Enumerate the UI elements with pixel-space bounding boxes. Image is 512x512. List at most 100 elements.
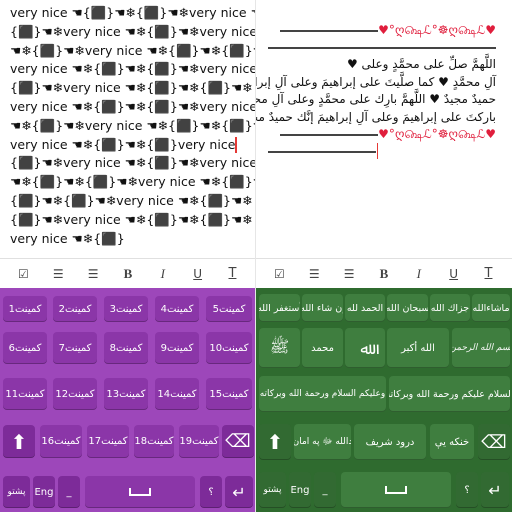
question-key[interactable]: ؟ bbox=[200, 476, 222, 508]
space-key[interactable] bbox=[85, 476, 195, 508]
key-comment-10[interactable]: كمينت10 bbox=[206, 332, 252, 364]
space-key[interactable] bbox=[341, 472, 451, 508]
key-comment-5[interactable]: كمينت5 bbox=[206, 296, 252, 322]
key-durood-sharif[interactable]: درود شريف bbox=[354, 424, 426, 460]
key-comment-17[interactable]: كمينت17 bbox=[87, 425, 129, 458]
enter-key[interactable]: ↵ bbox=[225, 476, 253, 508]
key-salawat-calligraphy[interactable]: ﷺ bbox=[259, 328, 300, 368]
space-icon bbox=[129, 488, 151, 496]
checkbox-icon[interactable]: ☑ bbox=[11, 262, 35, 286]
left-text-editor[interactable]: very nice ☚{⬛}☚❄{⬛}☚❄very nice ☚ {⬛}☚❄ve… bbox=[0, 0, 256, 258]
key-comment-4[interactable]: كمينت4 bbox=[155, 296, 199, 322]
underscore-key[interactable]: _ bbox=[314, 472, 336, 508]
format-toolbar: ☑ ☰ ☰ B I U T bbox=[256, 258, 512, 288]
comment-keyboard: كمينت1 كمينت2 كمينت3 كمينت4 كمينت5 كمينت… bbox=[0, 288, 256, 512]
underline-bar bbox=[268, 151, 376, 153]
bold-button[interactable]: B bbox=[372, 262, 396, 286]
shift-key[interactable]: ⬆ bbox=[259, 424, 291, 460]
underscore-key[interactable]: _ bbox=[58, 476, 80, 508]
text-cursor bbox=[235, 137, 237, 154]
underline-bar bbox=[280, 134, 378, 136]
key-comment-15[interactable]: كمينت15 bbox=[206, 378, 252, 410]
key-comment-6[interactable]: كمينت6 bbox=[3, 332, 47, 364]
shift-key[interactable]: ⬆ bbox=[3, 425, 35, 458]
editor-line-text: very nice ☚❄{⬛}☚❄{⬛}very nice bbox=[10, 136, 236, 152]
key-jazakallah[interactable]: جزاك الله bbox=[430, 294, 470, 322]
underline-button[interactable]: U bbox=[442, 262, 466, 286]
editor-line: {⬛}☚❄very nice ☚❄{⬛}☚❄{⬛}☚❄ bbox=[10, 211, 253, 227]
key-comment-1[interactable]: كمينت1 bbox=[3, 296, 47, 322]
key-khanka-ye[interactable]: خنكه یې bbox=[430, 424, 474, 460]
key-muhammad[interactable]: محمد bbox=[302, 328, 343, 368]
key-walaikum-assalam[interactable]: وعليكم السلام ورحمة الله وبركاته bbox=[259, 376, 386, 412]
italic-button[interactable]: I bbox=[151, 262, 175, 286]
right-text-editor[interactable]: ♥︎ღ௸ℒ°☸ღ௸ℒ°♥︎ اللَّهمَّ صلِّ على محمَّدٍ… bbox=[256, 0, 512, 258]
key-alhamdulillah[interactable]: الحمد لله bbox=[345, 294, 385, 322]
editor-line-decor: ♥︎ღ௸ℒ°☸ღ௸ℒ°♥︎ bbox=[268, 22, 496, 39]
italic-button[interactable]: I bbox=[407, 262, 431, 286]
key-allah-calligraphy[interactable]: ﷲ bbox=[345, 328, 385, 368]
english-key[interactable]: Eng bbox=[289, 472, 311, 508]
key-comment-9[interactable]: كمينت9 bbox=[155, 332, 199, 364]
key-comment-7[interactable]: كمينت7 bbox=[53, 332, 97, 364]
key-inshallah[interactable]: إن شاء الله bbox=[302, 294, 343, 322]
key-comment-14[interactable]: كمينت14 bbox=[155, 378, 199, 410]
editor-line: {⬛}☚❄very nice ☚❄{⬛}☚❄very nice bbox=[10, 155, 256, 171]
key-comment-18[interactable]: كمينت18 bbox=[134, 425, 174, 458]
editor-line: ☚❄{⬛}☚❄{⬛}☚❄very nice ☚❄{⬛}☚ bbox=[10, 174, 256, 190]
editor-line-with-cursor: very nice ☚❄{⬛}☚❄{⬛}very nice bbox=[10, 136, 248, 155]
key-subhanallah[interactable]: سبحان الله bbox=[387, 294, 428, 322]
key-comment-19[interactable]: كمينت19 bbox=[179, 425, 219, 458]
decor-text: ♥︎ღ௸ℒ°☸ღ௸ℒ°♥︎ bbox=[378, 23, 496, 37]
enter-key[interactable]: ↵ bbox=[481, 472, 509, 508]
key-comment-8[interactable]: كمينت8 bbox=[104, 332, 148, 364]
key-dallah-pa-aman[interactable]: دالله ﷻ په امان bbox=[294, 424, 351, 460]
english-key[interactable]: Eng bbox=[33, 476, 55, 508]
editor-line: باركتَ على إبراهيمَ وعلى آلِ إبراهيمَ إن… bbox=[256, 109, 496, 124]
editor-line: {⬛}☚❄very nice ☚❄{⬛}☚❄{⬛}☚❄ bbox=[10, 80, 253, 96]
numbered-list-icon[interactable]: ☰ bbox=[302, 262, 326, 286]
editor-line: very nice ☚❄{⬛} bbox=[10, 230, 125, 246]
bismillah-calligraphy: بسم الله الرحمن bbox=[452, 343, 510, 353]
editor-line: {⬛}☚❄{⬛}☚❄very nice ☚❄{⬛}☚❄ bbox=[10, 192, 253, 208]
editor-line: ☚❄{⬛}☚❄very nice ☚❄{⬛}☚❄{⬛}☚ bbox=[10, 117, 256, 136]
backspace-key[interactable]: ⌫ bbox=[478, 424, 510, 460]
editor-line-bar bbox=[268, 39, 496, 56]
editor-line: very nice ☚❄{⬛}☚❄{⬛}☚❄very nice bbox=[10, 61, 256, 77]
space-icon bbox=[385, 486, 407, 494]
bold-button[interactable]: B bbox=[116, 262, 140, 286]
bullet-list-icon[interactable]: ☰ bbox=[337, 262, 361, 286]
key-comment-3[interactable]: كمينت3 bbox=[104, 296, 148, 322]
editor-line: very nice ☚{⬛}☚❄{⬛}☚❄very nice ☚ bbox=[10, 5, 256, 20]
editor-line: آلِ محمَّدٍ ♥︎ كما صلَّيتَ على إبراهيمَ … bbox=[256, 74, 496, 89]
language-key[interactable]: پشتو bbox=[259, 472, 286, 508]
underline-button[interactable]: U bbox=[186, 262, 210, 286]
checkbox-icon[interactable]: ☑ bbox=[267, 262, 291, 286]
backspace-key[interactable]: ⌫ bbox=[222, 425, 254, 458]
key-comment-2[interactable]: كمينت2 bbox=[53, 296, 97, 322]
key-comment-12[interactable]: كمينت12 bbox=[53, 378, 97, 410]
key-mashallah[interactable]: ماشاءالله bbox=[472, 294, 510, 322]
key-comment-11[interactable]: كمينت11 bbox=[3, 378, 47, 410]
editor-line: ☚❄{⬛}☚❄very nice ☚❄{⬛}☚❄{⬛}☚ bbox=[10, 42, 256, 58]
key-bismillah[interactable]: بسم الله الرحمن bbox=[452, 328, 510, 368]
editor-line: {⬛}☚❄very nice ☚❄{⬛}☚❄very nice bbox=[10, 23, 256, 39]
text-color-button[interactable]: T bbox=[476, 262, 500, 286]
text-cursor bbox=[376, 143, 378, 159]
key-astaghfirullah[interactable]: أستغفر الله bbox=[259, 294, 300, 322]
key-allahu-akbar[interactable]: الله أكبر bbox=[387, 328, 449, 368]
text-color-button[interactable]: T bbox=[220, 262, 244, 286]
editor-line: اللَّهمَّ صلِّ على محمَّدٍ وعلى ♥︎ bbox=[346, 57, 496, 71]
decor-text: ♥︎ღ௸ℒ°☸ღ௸ℒ°♥︎ bbox=[378, 127, 496, 141]
key-comment-16[interactable]: كمينت16 bbox=[40, 425, 82, 458]
format-toolbar: ☑ ☰ ☰ B I U T bbox=[0, 258, 256, 288]
key-comment-13[interactable]: كمينت13 bbox=[104, 378, 148, 410]
editor-line-text: ☚❄{⬛}☚❄very nice ☚❄{⬛}☚❄{⬛}☚ bbox=[10, 117, 256, 133]
underline-bar bbox=[280, 30, 378, 32]
key-assalamu-alaikum[interactable]: السلام عليكم ورحمة الله وبركاته bbox=[389, 376, 510, 412]
bullet-list-icon[interactable]: ☰ bbox=[81, 262, 105, 286]
numbered-list-icon[interactable]: ☰ bbox=[46, 262, 70, 286]
question-key[interactable]: ؟ bbox=[456, 472, 478, 508]
editor-line: very nice ☚❄{⬛}☚❄{⬛}☚❄very nice bbox=[10, 98, 256, 114]
language-key[interactable]: پشتو bbox=[3, 476, 30, 508]
